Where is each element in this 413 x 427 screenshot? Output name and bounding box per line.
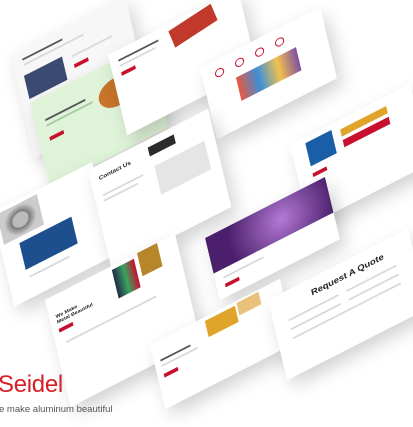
page-title: Contact Us bbox=[98, 160, 132, 182]
cta-button bbox=[312, 166, 328, 178]
product-image bbox=[168, 3, 218, 48]
text-line bbox=[102, 174, 144, 197]
photo-block bbox=[305, 129, 337, 167]
feature-icon bbox=[274, 35, 286, 49]
logo-strip bbox=[66, 295, 157, 344]
feature-icon bbox=[214, 66, 226, 79]
text-line bbox=[71, 35, 113, 58]
cta-button bbox=[49, 130, 65, 141]
cta-button bbox=[163, 366, 179, 378]
brand-name: Seidel bbox=[0, 371, 63, 398]
mockup-stage: Contact Us We Make Metal Beautiful Reque… bbox=[0, 0, 413, 427]
feature-icon bbox=[234, 56, 246, 69]
text-line bbox=[22, 38, 63, 61]
product-image bbox=[204, 305, 239, 338]
cta-button bbox=[121, 65, 136, 76]
brand-tagline: e make aluminum beautiful bbox=[0, 404, 113, 415]
cta-button bbox=[224, 276, 240, 288]
cta-button bbox=[73, 57, 89, 68]
text-line bbox=[45, 98, 86, 122]
feature-icon bbox=[254, 45, 266, 59]
product-image bbox=[147, 134, 176, 157]
product-grid bbox=[235, 47, 302, 101]
product-image bbox=[236, 291, 262, 316]
product-image bbox=[111, 258, 141, 299]
